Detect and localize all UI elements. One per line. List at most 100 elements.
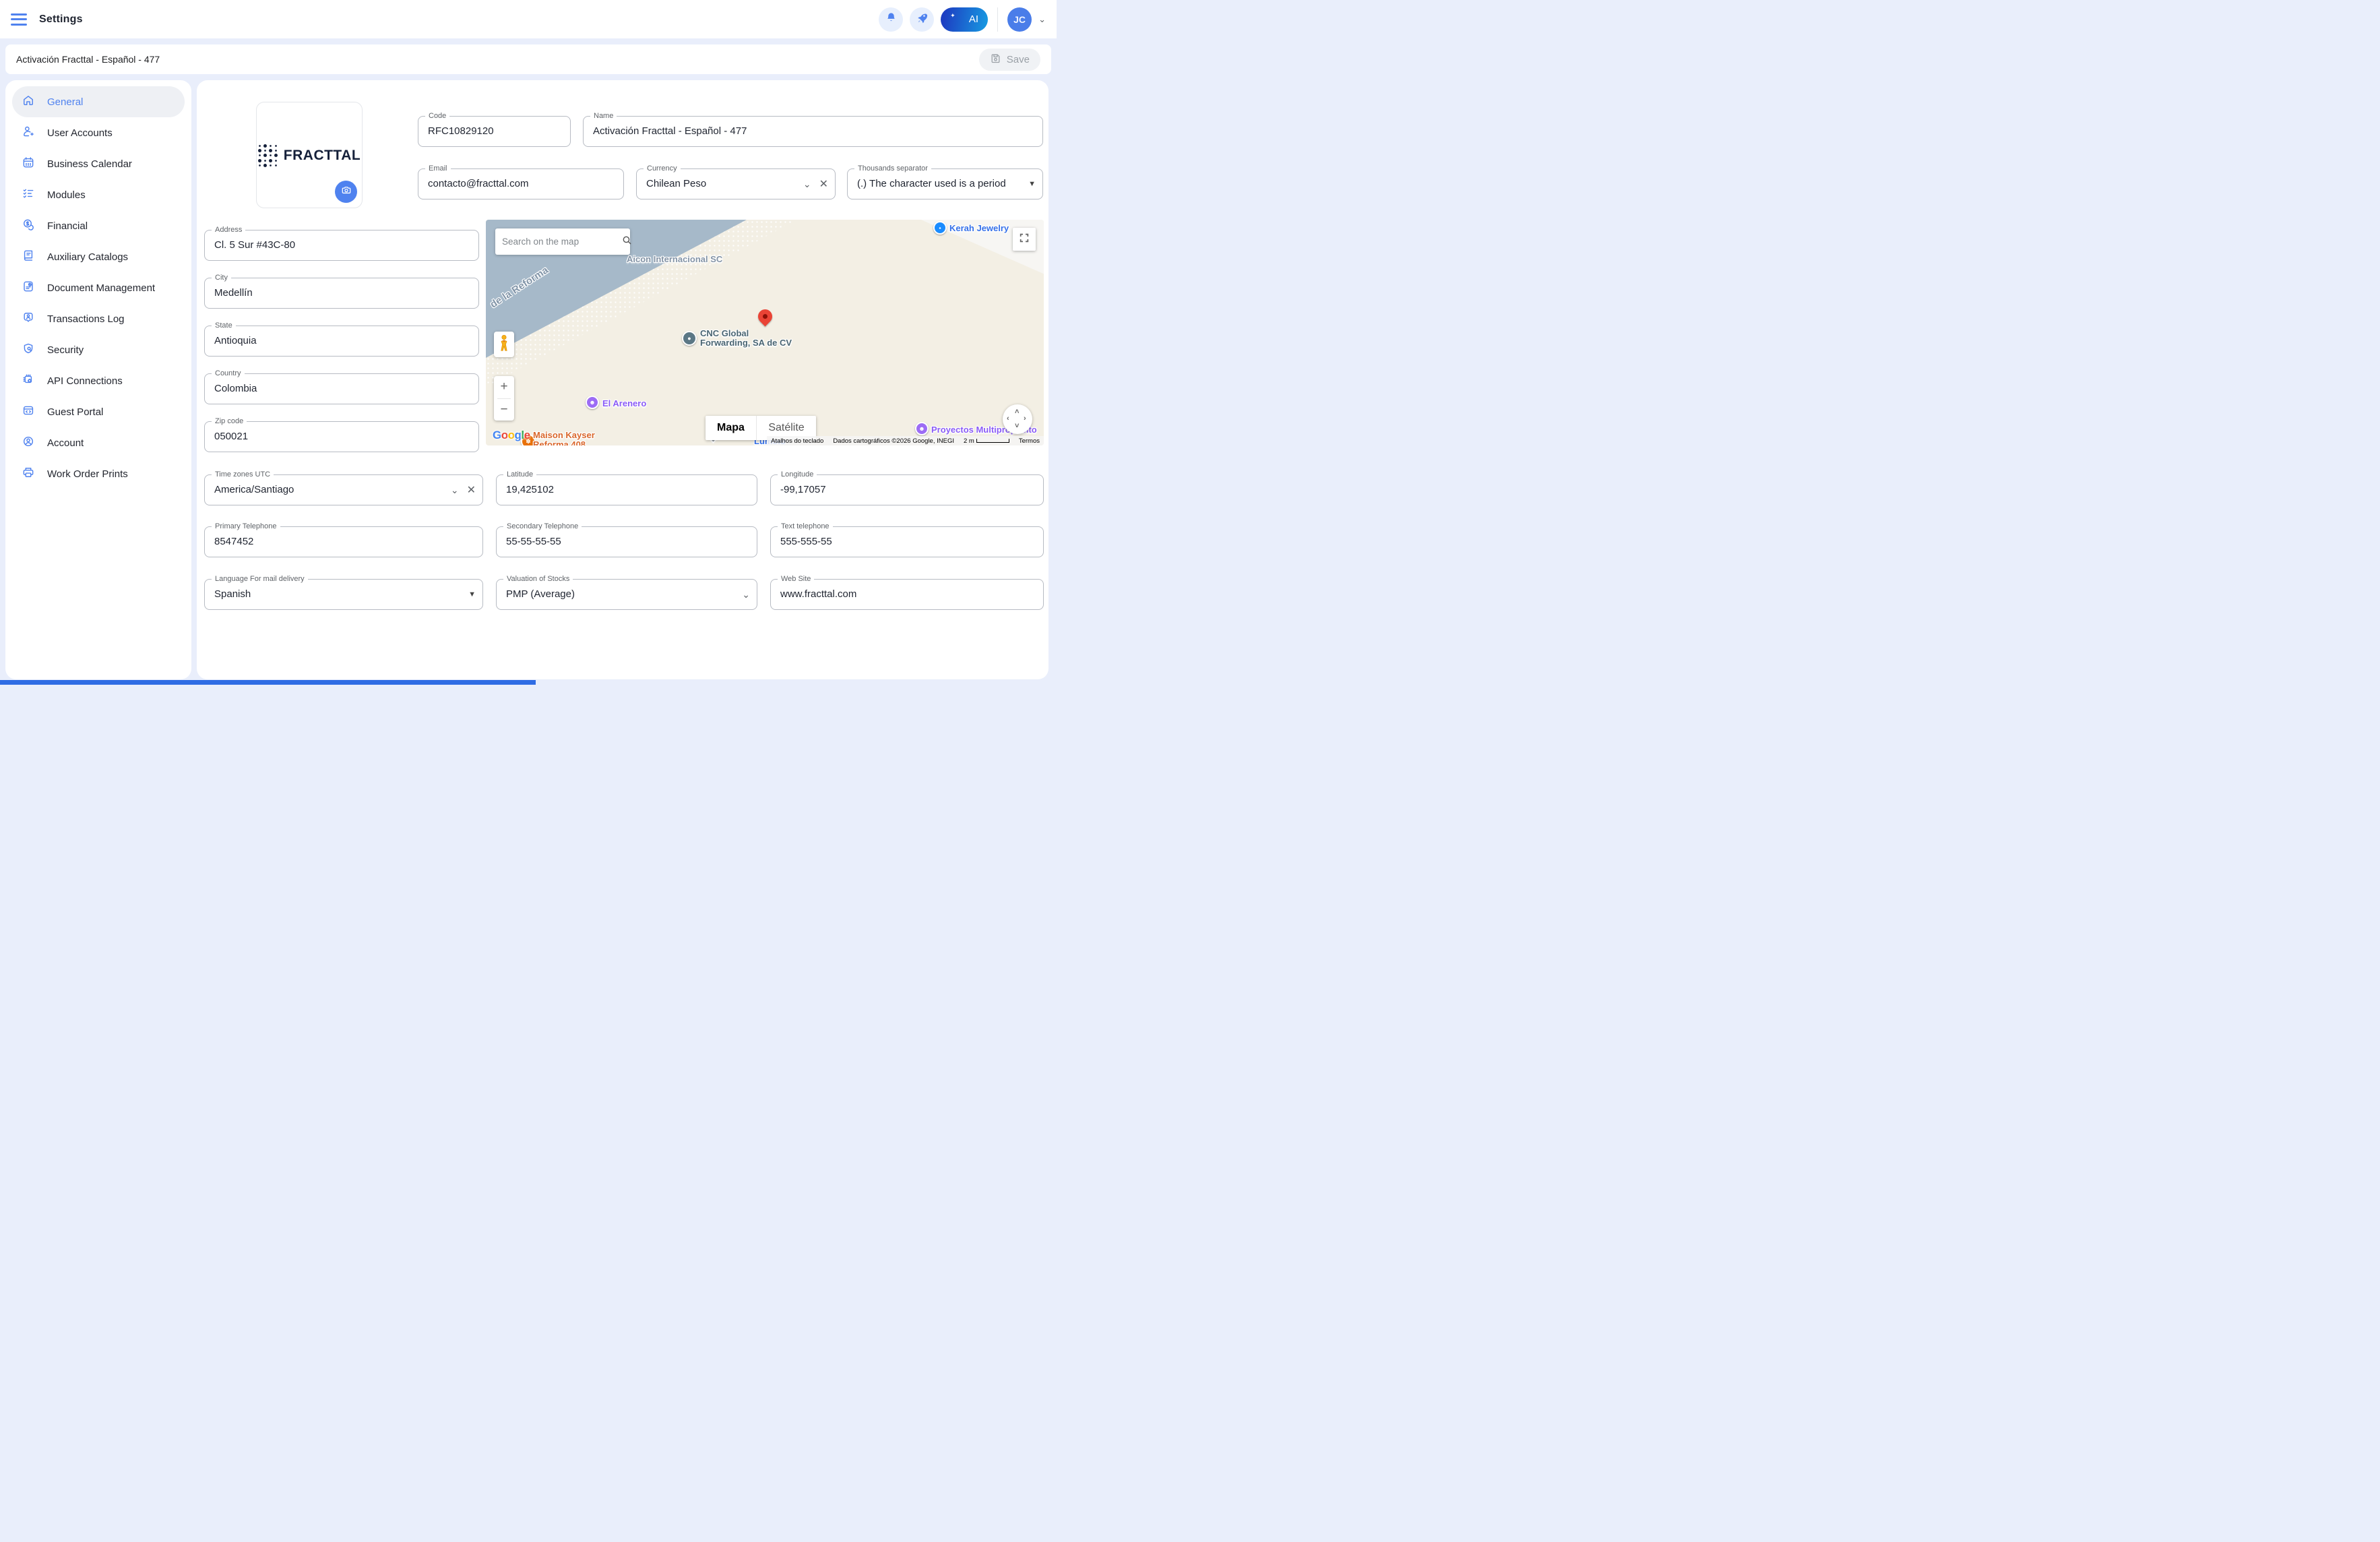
pan-control[interactable]: ˄ ‹ › ˅ <box>1003 404 1032 434</box>
sidebar-item-guest-portal[interactable]: Guest Portal <box>12 396 185 427</box>
address-field[interactable]: Address Cl. 5 Sur #43C-80 <box>204 226 479 261</box>
sidebar-item-transactions-log[interactable]: Transactions Log <box>12 303 185 334</box>
city-field[interactable]: City Medellín <box>204 274 479 309</box>
thousands-separator-select[interactable]: Thousands separator (.) The character us… <box>847 164 1043 199</box>
timezone-select[interactable]: Time zones UTC America/Santiago ⌄ ✕ <box>204 470 483 505</box>
dropdown-arrow-icon[interactable]: ▼ <box>468 590 476 598</box>
language-select[interactable]: Language For mail delivery Spanish ▼ <box>204 575 483 610</box>
email-field[interactable]: Email contacto@fracttal.com <box>418 164 624 199</box>
chevron-down-icon[interactable]: ⌄ <box>451 485 459 496</box>
sidebar-item-label: General <box>47 96 84 108</box>
email-value: contacto@fracttal.com <box>428 178 529 189</box>
currency-select[interactable]: Currency Chilean Peso ⌄ ✕ <box>636 164 836 199</box>
currency-value: Chilean Peso <box>646 178 707 189</box>
text-telephone-field[interactable]: Text telephone 555-555-55 <box>770 522 1044 557</box>
clear-icon[interactable]: ✕ <box>467 483 476 497</box>
pegman-control[interactable] <box>494 332 514 357</box>
business-poi-pin-icon[interactable]: ● <box>682 331 697 346</box>
map-search-input[interactable] <box>502 237 621 247</box>
sidebar-item-account[interactable]: Account <box>12 427 185 458</box>
longitude-value: -99,17057 <box>780 484 826 495</box>
save-button[interactable]: Save <box>978 48 1040 71</box>
secondary-telephone-field[interactable]: Secondary Telephone 55-55-55-55 <box>496 522 757 557</box>
sidebar-item-financial[interactable]: Financial <box>12 210 185 241</box>
sidebar-item-security[interactable]: Security <box>12 334 185 365</box>
thousands-label: Thousands separator <box>854 164 931 173</box>
clear-icon[interactable]: ✕ <box>819 177 828 191</box>
secondary-telephone-value: 55-55-55-55 <box>506 536 561 547</box>
text-telephone-label: Text telephone <box>778 522 833 530</box>
pan-right-icon[interactable]: › <box>1024 414 1026 423</box>
shopping-poi-pin-icon[interactable]: ⬩ <box>933 221 947 235</box>
map-button[interactable]: Mapa <box>706 416 757 440</box>
zoom-out-button[interactable]: − <box>494 399 514 421</box>
primary-telephone-value: 8547452 <box>214 536 254 547</box>
sidebar-item-label: User Accounts <box>47 127 113 139</box>
code-value: RFC10829120 <box>428 125 494 137</box>
dropdown-arrow-icon[interactable]: ▼ <box>1028 180 1036 188</box>
name-field[interactable]: Name Activación Fracttal - Español - 477 <box>583 112 1043 147</box>
longitude-field[interactable]: Longitude -99,17057 <box>770 470 1044 505</box>
terms-link[interactable]: Termos <box>1019 437 1040 445</box>
zip-value: 050021 <box>214 431 249 442</box>
settings-sidebar: General User Accounts Business Calendar … <box>5 80 191 679</box>
pan-up-icon[interactable]: ˄ <box>1015 408 1019 416</box>
poi-label-maison[interactable]: Maison Kayser Reforma 408 <box>533 431 595 446</box>
stock-valuation-value: PMP (Average) <box>506 588 575 600</box>
ai-label: AI <box>968 13 979 25</box>
sidebar-item-business-calendar[interactable]: Business Calendar <box>12 148 185 179</box>
sidebar-item-general[interactable]: General <box>12 86 185 117</box>
company-logo-card: FRACTTAL <box>256 102 363 208</box>
notifications-button[interactable] <box>879 7 904 32</box>
keyboard-shortcuts-link[interactable]: Atalhos do teclado <box>771 437 823 445</box>
menu-icon[interactable] <box>11 13 27 26</box>
sidebar-item-work-order-prints[interactable]: Work Order Prints <box>12 458 185 489</box>
map-zoom-control: + − <box>494 376 514 421</box>
sidebar-item-document-management[interactable]: Document Management <box>12 272 185 303</box>
latitude-field[interactable]: Latitude 19,425102 <box>496 470 757 505</box>
poi-label-kerah[interactable]: Kerah Jewelry <box>949 224 1009 233</box>
stock-valuation-select[interactable]: Valuation of Stocks PMP (Average) ⌄ <box>496 575 757 610</box>
sidebar-item-label: Transactions Log <box>47 313 125 325</box>
change-logo-button[interactable] <box>335 181 357 203</box>
stock-valuation-label: Valuation of Stocks <box>503 575 573 583</box>
avatar[interactable]: JC <box>1007 7 1032 32</box>
purple-poi-pin-icon[interactable]: ☻ <box>915 422 929 435</box>
sidebar-item-api-connections[interactable]: API Connections <box>12 365 185 396</box>
sidebar-item-user-accounts[interactable]: User Accounts <box>12 117 185 148</box>
google-map[interactable]: de la Reforma Aicon Internacional SC ⬩ K… <box>486 220 1044 445</box>
sidebar-item-modules[interactable]: Modules <box>12 179 185 210</box>
zoom-in-button[interactable]: + <box>494 376 514 398</box>
location-marker-icon[interactable] <box>755 306 776 327</box>
poi-label-arenero[interactable]: El Arenero <box>602 399 646 408</box>
address-label: Address <box>212 226 246 234</box>
bottom-progress-strip <box>0 680 536 685</box>
launch-button[interactable] <box>910 7 935 32</box>
attraction-poi-pin-icon[interactable]: ☻ <box>586 396 599 409</box>
primary-telephone-field[interactable]: Primary Telephone 8547452 <box>204 522 483 557</box>
book-icon <box>22 249 35 266</box>
pan-left-icon[interactable]: ‹ <box>1007 414 1009 423</box>
code-field[interactable]: Code RFC10829120 <box>418 112 571 147</box>
state-field[interactable]: State Antioquia <box>204 321 479 357</box>
google-logo[interactable]: Google <box>493 429 530 442</box>
poi-label-aicon[interactable]: Aicon Internacional SC <box>627 255 722 264</box>
account-chevron-down-icon[interactable]: ⌄ <box>1038 14 1046 25</box>
country-label: Country <box>212 369 245 377</box>
country-field[interactable]: Country Colombia <box>204 369 479 404</box>
chevron-down-icon[interactable]: ⌄ <box>803 179 811 190</box>
poi-label-cnc[interactable]: CNC Global Forwarding, SA de CV <box>700 329 792 348</box>
website-field[interactable]: Web Site www.fracttal.com <box>770 575 1044 610</box>
zip-field[interactable]: Zip code 050021 <box>204 417 479 452</box>
pan-down-icon[interactable]: ˅ <box>1015 422 1019 430</box>
fullscreen-button[interactable] <box>1013 228 1036 251</box>
sidebar-item-auxiliary-catalogs[interactable]: Auxiliary Catalogs <box>12 241 185 272</box>
sidebar-item-label: Guest Portal <box>47 406 104 418</box>
ai-assistant-button[interactable]: ✦ AI <box>941 7 989 32</box>
latitude-label: Latitude <box>503 470 537 479</box>
chevron-down-icon[interactable]: ⌄ <box>742 589 750 600</box>
save-label: Save <box>1006 53 1030 65</box>
map-search-box[interactable] <box>495 228 633 255</box>
divider <box>997 7 999 32</box>
search-icon[interactable] <box>621 235 633 249</box>
